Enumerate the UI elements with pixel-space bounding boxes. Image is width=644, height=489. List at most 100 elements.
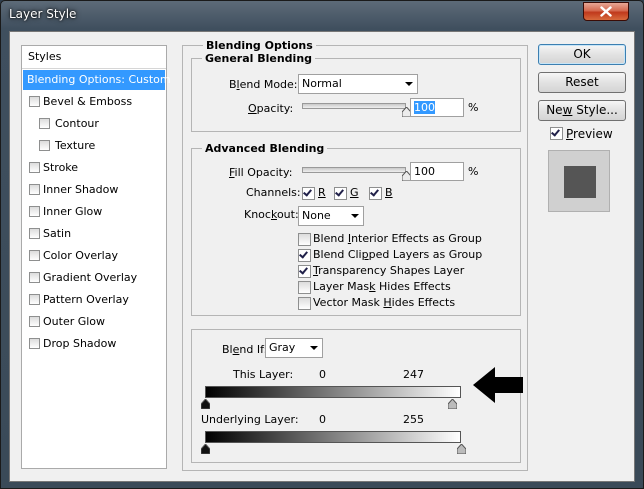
style-item-label: Satin [43, 227, 72, 240]
reset-button[interactable]: Reset [538, 72, 626, 93]
fill-opacity-input[interactable]: 100 [410, 162, 464, 181]
blend-mode-select[interactable]: Normal [298, 74, 418, 94]
channel-g-checkbox[interactable] [334, 187, 347, 200]
vector-mask-hides-label: Vector Mask Hides Effects [313, 296, 456, 309]
knockout-label: Knockout: [244, 208, 299, 221]
general-blending-group: General Blending Blend Mode: Normal Opac… [191, 52, 521, 132]
style-item-inner-shadow[interactable]: Inner Shadow [23, 180, 165, 200]
channel-g-label: G [350, 186, 359, 199]
layer-mask-hides-checkbox[interactable] [298, 281, 311, 294]
style-item-label: Stroke [43, 161, 79, 174]
layer-mask-hides-label: Layer Mask Hides Effects [313, 280, 451, 293]
blend-if-value: Gray [269, 341, 296, 354]
blend-clipped-checkbox[interactable] [298, 249, 311, 262]
style-item-inner-glow[interactable]: Inner Glow [23, 202, 165, 222]
fill-opacity-label: Fill Opacity: [229, 166, 293, 179]
channel-r-checkbox[interactable] [302, 187, 315, 200]
drop-shadow-checkbox[interactable] [29, 338, 40, 349]
style-item-stroke[interactable]: Stroke [23, 158, 165, 178]
style-item-color-overlay[interactable]: Color Overlay [23, 246, 165, 266]
underlying-layer-label: Underlying Layer: [201, 413, 299, 426]
satin-checkbox[interactable] [29, 228, 40, 239]
transparency-shapes-checkbox[interactable] [298, 265, 311, 278]
knockout-value: None [302, 209, 331, 222]
style-item-gradient-overlay[interactable]: Gradient Overlay [23, 268, 165, 288]
vector-mask-hides-checkbox[interactable] [298, 297, 311, 310]
this-layer-gradient [205, 386, 461, 398]
blend-interior-checkbox[interactable] [298, 233, 311, 246]
style-item-blending-options[interactable]: Blending Options: Custom [23, 70, 171, 90]
blend-interior-label: Blend Interior Effects as Group [313, 232, 482, 245]
color-overlay-checkbox[interactable] [29, 250, 40, 261]
style-item-pattern-overlay[interactable]: Pattern Overlay [23, 290, 165, 310]
style-item-label: Texture [55, 139, 96, 152]
style-item-label: Outer Glow [43, 315, 106, 328]
gradient-overlay-checkbox[interactable] [29, 272, 40, 283]
pattern-overlay-checkbox[interactable] [29, 294, 40, 305]
advanced-blending-header: Advanced Blending [202, 142, 328, 155]
new-style-button[interactable]: New Style... [538, 100, 626, 121]
dialog-body: Styles Blending Options: Custom Bevel & … [9, 31, 635, 482]
texture-checkbox[interactable] [39, 140, 50, 151]
layer-style-window: Layer Style Styles Blending Options: Cus… [0, 0, 644, 489]
stroke-checkbox[interactable] [29, 162, 40, 173]
outer-glow-checkbox[interactable] [29, 316, 40, 327]
blend-mode-value: Normal [302, 77, 342, 90]
channel-r-label: R [318, 186, 326, 199]
this-layer-black-slider[interactable] [200, 399, 210, 409]
knockout-select[interactable]: None [298, 206, 364, 226]
style-item-contour[interactable]: Contour [23, 114, 165, 134]
inner-glow-checkbox[interactable] [29, 206, 40, 217]
window-title: Layer Style [9, 7, 77, 21]
style-item-outer-glow[interactable]: Outer Glow [23, 312, 165, 332]
blend-clipped-label: Blend Clipped Layers as Group [313, 248, 483, 261]
style-item-drop-shadow[interactable]: Drop Shadow [23, 334, 165, 354]
blend-if-label: Blend If: [222, 343, 268, 356]
opacity-input[interactable]: 100 [410, 98, 464, 117]
style-item-texture[interactable]: Texture [23, 136, 165, 156]
blend-mode-label: Blend Mode: [229, 78, 298, 91]
close-button[interactable] [583, 2, 629, 21]
style-item-label: Drop Shadow [43, 337, 117, 350]
style-item-label: Gradient Overlay [43, 271, 138, 284]
blending-options-panel: Blending Options General Blending Blend … [182, 39, 528, 471]
opacity-percent: % [468, 101, 479, 114]
chevron-down-icon [310, 346, 318, 350]
fill-opacity-slider[interactable] [302, 167, 406, 173]
bevel-emboss-checkbox[interactable] [29, 96, 40, 107]
chevron-down-icon [351, 214, 359, 218]
contour-checkbox[interactable] [39, 118, 50, 129]
underlying-black-slider[interactable] [200, 444, 210, 454]
underlying-white-slider[interactable] [456, 444, 466, 454]
style-preview [548, 150, 610, 212]
this-layer-high-value: 247 [403, 368, 424, 381]
blend-if-select[interactable]: Gray [265, 338, 323, 358]
transparency-shapes-label: Transparency Shapes Layer [313, 264, 465, 277]
blend-if-group: Blend If: Gray This Layer: 0 247 Underly… [191, 329, 523, 463]
this-layer-white-slider[interactable] [448, 399, 458, 409]
preview-checkbox[interactable] [550, 127, 563, 140]
style-item-satin[interactable]: Satin [23, 224, 165, 244]
opacity-label: Opacity: [248, 102, 294, 115]
chevron-down-icon [405, 82, 413, 86]
underlying-layer-gradient [205, 431, 461, 443]
inner-shadow-checkbox[interactable] [29, 184, 40, 195]
style-item-label: Inner Shadow [43, 183, 119, 196]
title-bar[interactable]: Layer Style [1, 1, 643, 31]
this-layer-low-value: 0 [319, 368, 326, 381]
styles-list-header: Styles [22, 46, 166, 69]
ok-button[interactable]: OK [538, 44, 626, 65]
underlying-low-value: 0 [319, 413, 326, 426]
fill-opacity-percent: % [468, 165, 479, 178]
style-item-label: Inner Glow [43, 205, 103, 218]
style-item-label: Pattern Overlay [43, 293, 129, 306]
channel-b-checkbox[interactable] [369, 187, 382, 200]
styles-list: Styles Blending Options: Custom Bevel & … [21, 45, 171, 469]
style-item-bevel-emboss[interactable]: Bevel & Emboss [23, 92, 165, 112]
channels-label: Channels: [246, 186, 301, 199]
opacity-slider[interactable] [302, 103, 406, 109]
this-layer-label: This Layer: [233, 368, 294, 381]
general-blending-header: General Blending [202, 52, 316, 65]
channel-b-label: B [385, 186, 393, 199]
advanced-blending-group: Advanced Blending Fill Opacity: 100 % Ch… [191, 142, 521, 316]
